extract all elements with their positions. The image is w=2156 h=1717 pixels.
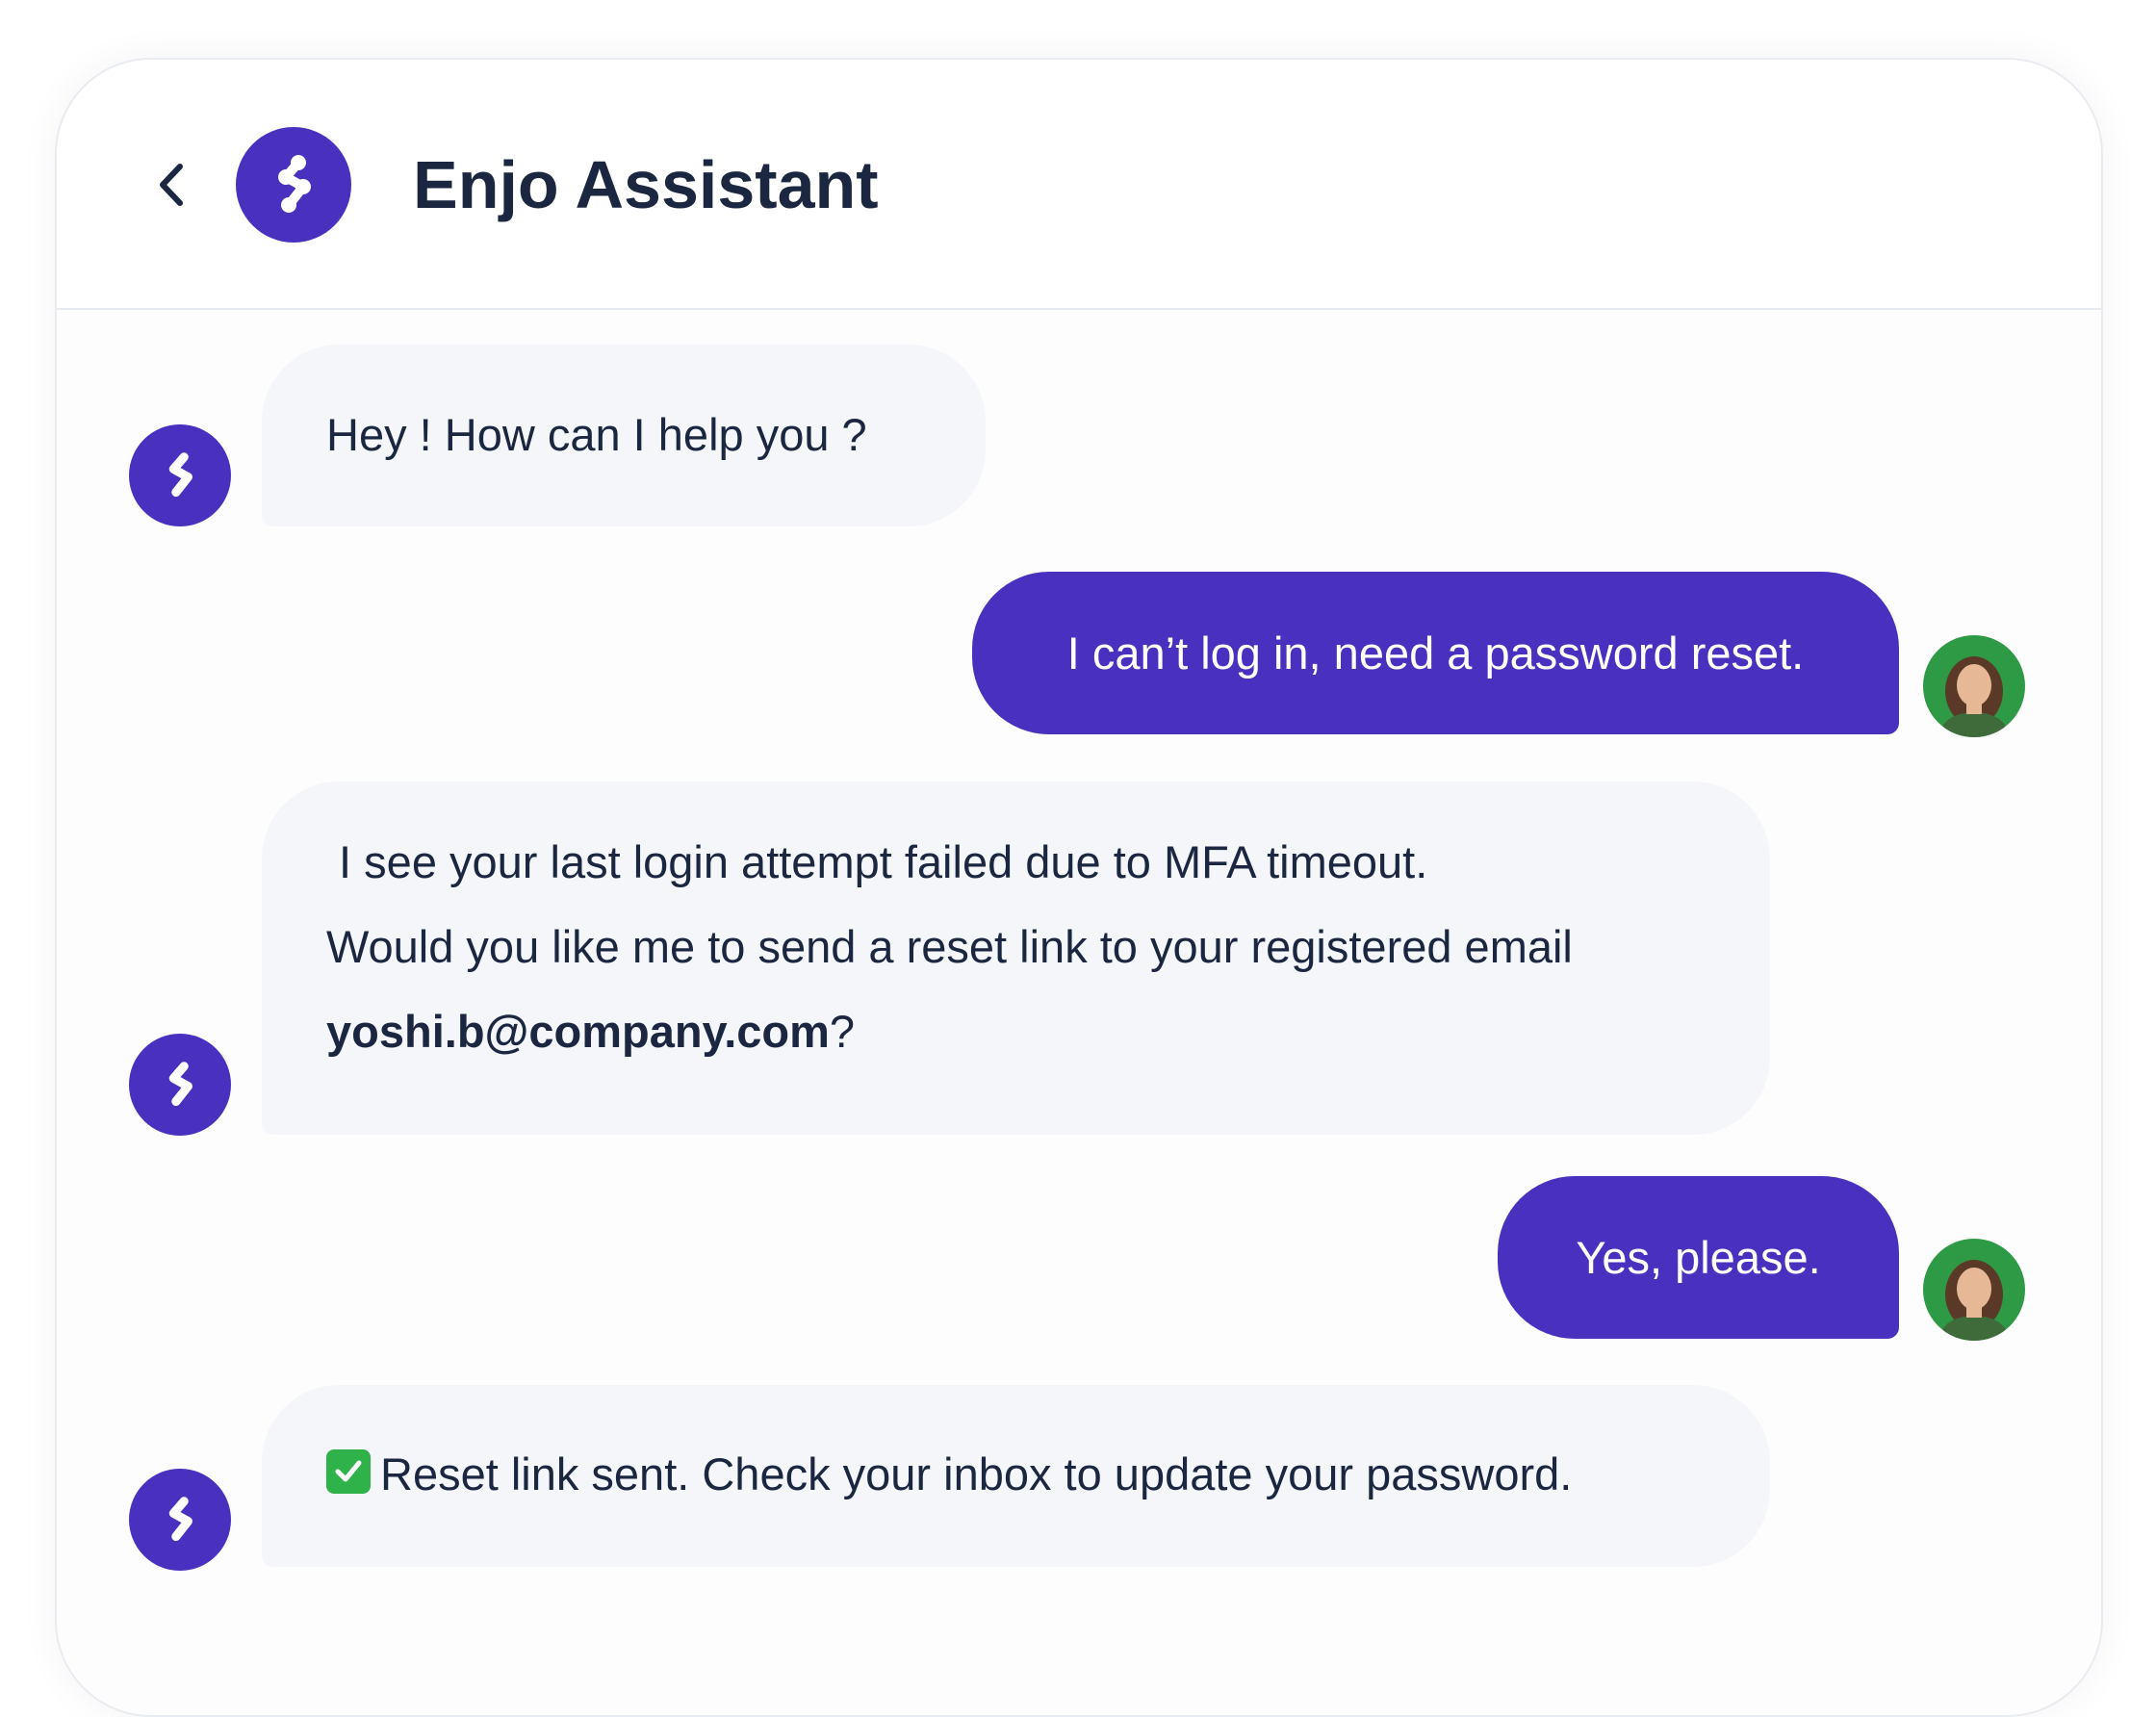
checkmark-icon — [326, 1449, 371, 1494]
bot-message: Hey ! How can I help you ? — [262, 345, 986, 526]
enjo-logo-icon — [278, 155, 311, 213]
message-text: Reset link sent. Check your inbox to upd… — [380, 1448, 1573, 1499]
message-text: Yes, please. — [1576, 1232, 1821, 1283]
message-text: I can’t log in, need a password reset. — [1066, 628, 1805, 679]
chevron-left-icon — [160, 164, 183, 206]
assistant-logo — [236, 127, 351, 243]
message-line: Would you like me to send a reset link t… — [326, 921, 1573, 972]
user-message: I can’t log in, need a password reset. — [972, 572, 1899, 734]
bot-avatar — [129, 1469, 231, 1571]
message-line: yoshi.b@company.com? — [326, 989, 1770, 1074]
user-avatar — [1923, 1239, 2025, 1341]
enjo-logo-icon — [168, 1497, 192, 1542]
enjo-logo-icon — [168, 1062, 192, 1107]
page-title: Enjo Assistant — [413, 147, 879, 222]
chat-window: Enjo Assistant Hey ! How can I help you … — [55, 58, 2103, 1717]
chat-header: Enjo Assistant — [57, 60, 2101, 310]
bot-avatar — [129, 424, 231, 526]
bot-avatar — [129, 1034, 231, 1136]
bot-message: I see your last login attempt failed due… — [262, 782, 1770, 1135]
bot-message: Reset link sent. Check your inbox to upd… — [262, 1385, 1770, 1567]
email-suffix: ? — [829, 1006, 856, 1057]
email-address: yoshi.b@company.com — [326, 1006, 830, 1057]
message-text: Hey ! How can I help you ? — [326, 409, 867, 460]
enjo-logo-icon — [168, 452, 192, 498]
user-avatar — [1923, 635, 2025, 737]
back-button[interactable] — [143, 156, 201, 214]
message-line: I see your last login attempt failed due… — [326, 836, 1428, 887]
user-message: Yes, please. — [1498, 1176, 1899, 1339]
